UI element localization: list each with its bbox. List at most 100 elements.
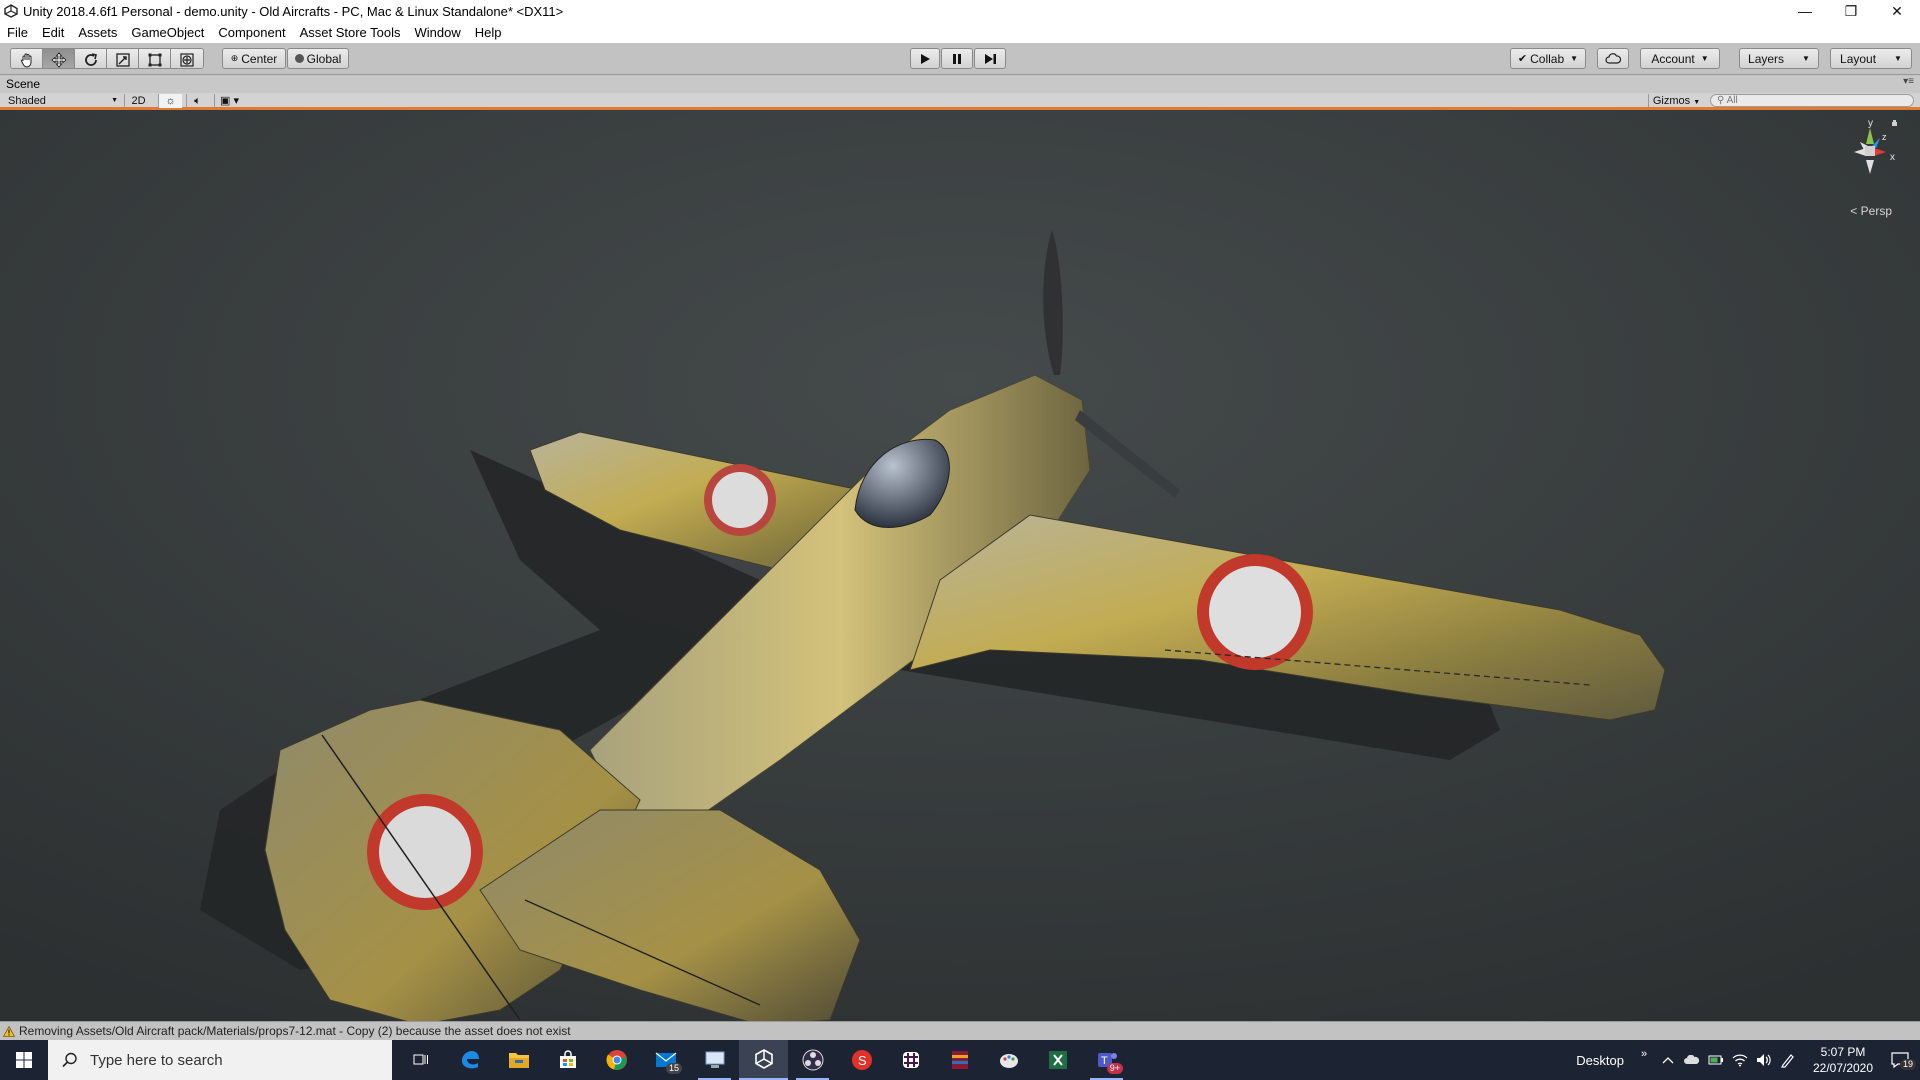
remote-app-icon[interactable] bbox=[690, 1040, 739, 1080]
restore-button[interactable]: ❐ bbox=[1828, 0, 1874, 22]
warning-icon bbox=[3, 1025, 15, 1037]
play-icon bbox=[921, 53, 930, 64]
chevron-down-icon: ▼ bbox=[1802, 54, 1810, 63]
rect-tool-icon[interactable] bbox=[139, 49, 171, 68]
obs-icon[interactable] bbox=[788, 1040, 837, 1080]
pivot-mode-button[interactable]: ⊕ Center bbox=[222, 48, 286, 69]
title-bar: Unity 2018.4.6f1 Personal - demo.unity -… bbox=[0, 0, 1920, 22]
winrar-icon[interactable] bbox=[935, 1040, 984, 1080]
lighting-toggle-icon[interactable]: ☼ bbox=[158, 94, 182, 108]
collab-button[interactable]: ✔ Collab ▼ bbox=[1510, 48, 1586, 69]
console-message: Removing Assets/Old Aircraft pack/Materi… bbox=[19, 1023, 571, 1038]
axis-z-label: z bbox=[1882, 132, 1887, 142]
taskbar-search-input[interactable]: Type here to search bbox=[48, 1040, 392, 1080]
minimize-button[interactable]: — bbox=[1782, 0, 1828, 22]
lock-icon[interactable] bbox=[1892, 120, 1897, 126]
draw-mode-dropdown[interactable]: Shaded ▼ bbox=[8, 94, 120, 108]
menu-help[interactable]: Help bbox=[468, 22, 509, 43]
menu-assets[interactable]: Assets bbox=[71, 22, 124, 43]
menu-gameobject[interactable]: GameObject bbox=[124, 22, 211, 43]
task-view-icon[interactable] bbox=[396, 1040, 445, 1080]
unity-icon[interactable] bbox=[739, 1040, 788, 1080]
effects-dropdown-icon[interactable]: ▣ ▾ bbox=[214, 94, 244, 108]
notification-count: 19 bbox=[1899, 1059, 1916, 1070]
mail-badge: 15 bbox=[665, 1063, 682, 1074]
tab-scene[interactable]: Scene bbox=[6, 77, 40, 91]
edge-icon[interactable] bbox=[445, 1040, 494, 1080]
menu-edit[interactable]: Edit bbox=[35, 22, 71, 43]
chevron-down-icon: ▼ bbox=[1700, 54, 1709, 63]
toggle-2d-button[interactable]: 2D bbox=[124, 94, 152, 108]
layout-label: Layout bbox=[1840, 51, 1877, 66]
onedrive-icon[interactable] bbox=[1680, 1055, 1704, 1065]
teams-badge: 9+ bbox=[1106, 1063, 1123, 1074]
gizmos-dropdown[interactable]: Gizmos ▼ bbox=[1648, 94, 1704, 108]
close-button[interactable]: ✕ bbox=[1874, 0, 1920, 22]
teams-icon[interactable]: T 9+ bbox=[1082, 1040, 1131, 1080]
tab-menu-icon[interactable]: ▾≡ bbox=[1903, 76, 1914, 87]
chevron-down-icon: ▼ bbox=[111, 97, 118, 104]
audio-toggle-icon[interactable]: 🔈︎ bbox=[186, 94, 208, 108]
move-tool-icon[interactable] bbox=[43, 49, 75, 68]
check-circle-icon: ✔ bbox=[1517, 53, 1528, 65]
show-hidden-icons-chevron-icon[interactable] bbox=[1656, 1056, 1680, 1064]
layout-dropdown[interactable]: Layout ▼ bbox=[1830, 48, 1912, 69]
store-icon[interactable] bbox=[543, 1040, 592, 1080]
chevron-double-right-icon[interactable]: » bbox=[1632, 1048, 1656, 1060]
menu-bar: File Edit Assets GameObject Component As… bbox=[0, 22, 1920, 43]
pivot-space-label: Global bbox=[306, 51, 342, 66]
pivot-space-button[interactable]: Global bbox=[287, 48, 349, 69]
step-button[interactable] bbox=[974, 48, 1006, 69]
cloud-button[interactable] bbox=[1597, 48, 1629, 69]
cloud-icon bbox=[1605, 53, 1621, 64]
slack-icon[interactable] bbox=[886, 1040, 935, 1080]
rotate-tool-icon[interactable] bbox=[75, 49, 107, 68]
globe-icon bbox=[294, 54, 304, 63]
desktop-toolbar-label[interactable]: Desktop bbox=[1576, 1053, 1624, 1068]
chevron-down-icon: ▼ bbox=[1570, 54, 1579, 63]
layers-label: Layers bbox=[1748, 51, 1785, 66]
transform-tool-icon[interactable] bbox=[171, 49, 203, 68]
paint-icon[interactable] bbox=[984, 1040, 1033, 1080]
start-button[interactable] bbox=[0, 1040, 48, 1080]
projection-toggle[interactable]: < Persp bbox=[1850, 204, 1892, 218]
volume-icon[interactable] bbox=[1752, 1053, 1776, 1067]
chevron-down-icon: ▼ bbox=[1693, 99, 1701, 106]
substance-icon[interactable]: S bbox=[837, 1040, 886, 1080]
taskbar-apps: 15 S T 9+ bbox=[396, 1040, 1131, 1080]
pivot-center-icon: ⊕ bbox=[230, 53, 239, 63]
pen-icon[interactable] bbox=[1776, 1052, 1800, 1068]
window-title: Unity 2018.4.6f1 Personal - demo.unity -… bbox=[23, 3, 564, 19]
file-explorer-icon[interactable] bbox=[494, 1040, 543, 1080]
clock[interactable]: 5:07 PM 22/07/2020 bbox=[1806, 1044, 1880, 1076]
scene-search-input[interactable]: ⚲ All bbox=[1710, 94, 1914, 107]
console-status-bar[interactable]: Removing Assets/Old Aircraft pack/Materi… bbox=[0, 1021, 1920, 1040]
step-icon bbox=[984, 53, 996, 64]
pivot-mode-label: Center bbox=[241, 51, 278, 66]
excel-icon[interactable] bbox=[1033, 1040, 1082, 1080]
scale-tool-icon[interactable] bbox=[107, 49, 139, 68]
menu-window[interactable]: Window bbox=[408, 22, 468, 43]
pause-button[interactable] bbox=[941, 48, 973, 69]
aircraft-model[interactable] bbox=[0, 110, 1920, 1021]
scene-view-bar: Shaded ▼ 2D ☼ 🔈︎ ▣ ▾ Gizmos ▼ ⚲ All bbox=[0, 93, 1920, 110]
pause-icon bbox=[953, 53, 961, 64]
windows-logo-icon bbox=[16, 1052, 32, 1068]
play-button[interactable] bbox=[910, 48, 940, 69]
svg-text:T: T bbox=[1101, 1055, 1108, 1067]
projection-label: Persp bbox=[1860, 204, 1892, 218]
notification-center-button[interactable]: 19 bbox=[1880, 1052, 1920, 1070]
scene-viewport[interactable]: y z x < Persp bbox=[0, 110, 1920, 1021]
chrome-icon[interactable] bbox=[592, 1040, 641, 1080]
menu-asset-store-tools[interactable]: Asset Store Tools bbox=[293, 22, 408, 43]
battery-icon[interactable] bbox=[1704, 1054, 1728, 1066]
mail-icon[interactable]: 15 bbox=[641, 1040, 690, 1080]
layers-dropdown[interactable]: Layers ▼ bbox=[1739, 48, 1819, 69]
hand-tool-icon[interactable] bbox=[11, 49, 43, 68]
account-dropdown[interactable]: Account ▼ bbox=[1640, 48, 1720, 69]
orientation-gizmo[interactable]: y z x bbox=[1840, 118, 1900, 198]
menu-file[interactable]: File bbox=[0, 22, 35, 43]
wifi-icon[interactable] bbox=[1728, 1053, 1752, 1067]
menu-component[interactable]: Component bbox=[211, 22, 292, 43]
windows-taskbar: Type here to search 15 S T 9+ Desktop » … bbox=[0, 1040, 1920, 1080]
